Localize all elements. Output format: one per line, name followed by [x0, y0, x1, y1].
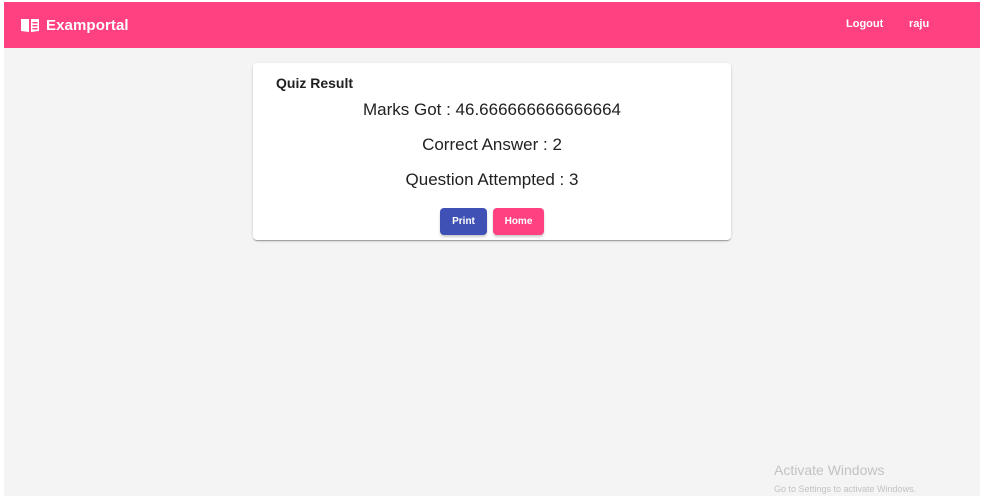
- question-attempted-text: Question Attempted : 3: [405, 170, 579, 189]
- watermark-subtitle: Go to Settings to activate Windows.: [774, 484, 917, 494]
- book-open-icon: [20, 17, 40, 33]
- activate-windows-watermark: Activate Windows Go to Settings to activ…: [774, 462, 916, 496]
- watermark-title: Activate Windows: [774, 462, 885, 478]
- user-profile-link[interactable]: raju: [909, 18, 929, 30]
- logout-link[interactable]: Logout: [846, 18, 883, 30]
- home-button[interactable]: Home: [493, 208, 544, 235]
- top-toolbar: Examportal Logout raju: [4, 2, 980, 48]
- marks-got-text: Marks Got : 46.666666666666664: [362, 100, 622, 119]
- print-button[interactable]: Print: [440, 208, 487, 235]
- brand-link[interactable]: Examportal: [20, 14, 129, 36]
- app-window: Examportal Logout raju Quiz Result Marks…: [4, 2, 980, 496]
- correct-answer-text: Correct Answer : 2: [422, 135, 562, 154]
- card-actions: Print Home: [253, 208, 731, 235]
- card-title: Quiz Result: [276, 75, 354, 91]
- brand-title: Examportal: [46, 16, 129, 34]
- quiz-result-card: Quiz Result Marks Got : 46.6666666666666…: [253, 63, 731, 240]
